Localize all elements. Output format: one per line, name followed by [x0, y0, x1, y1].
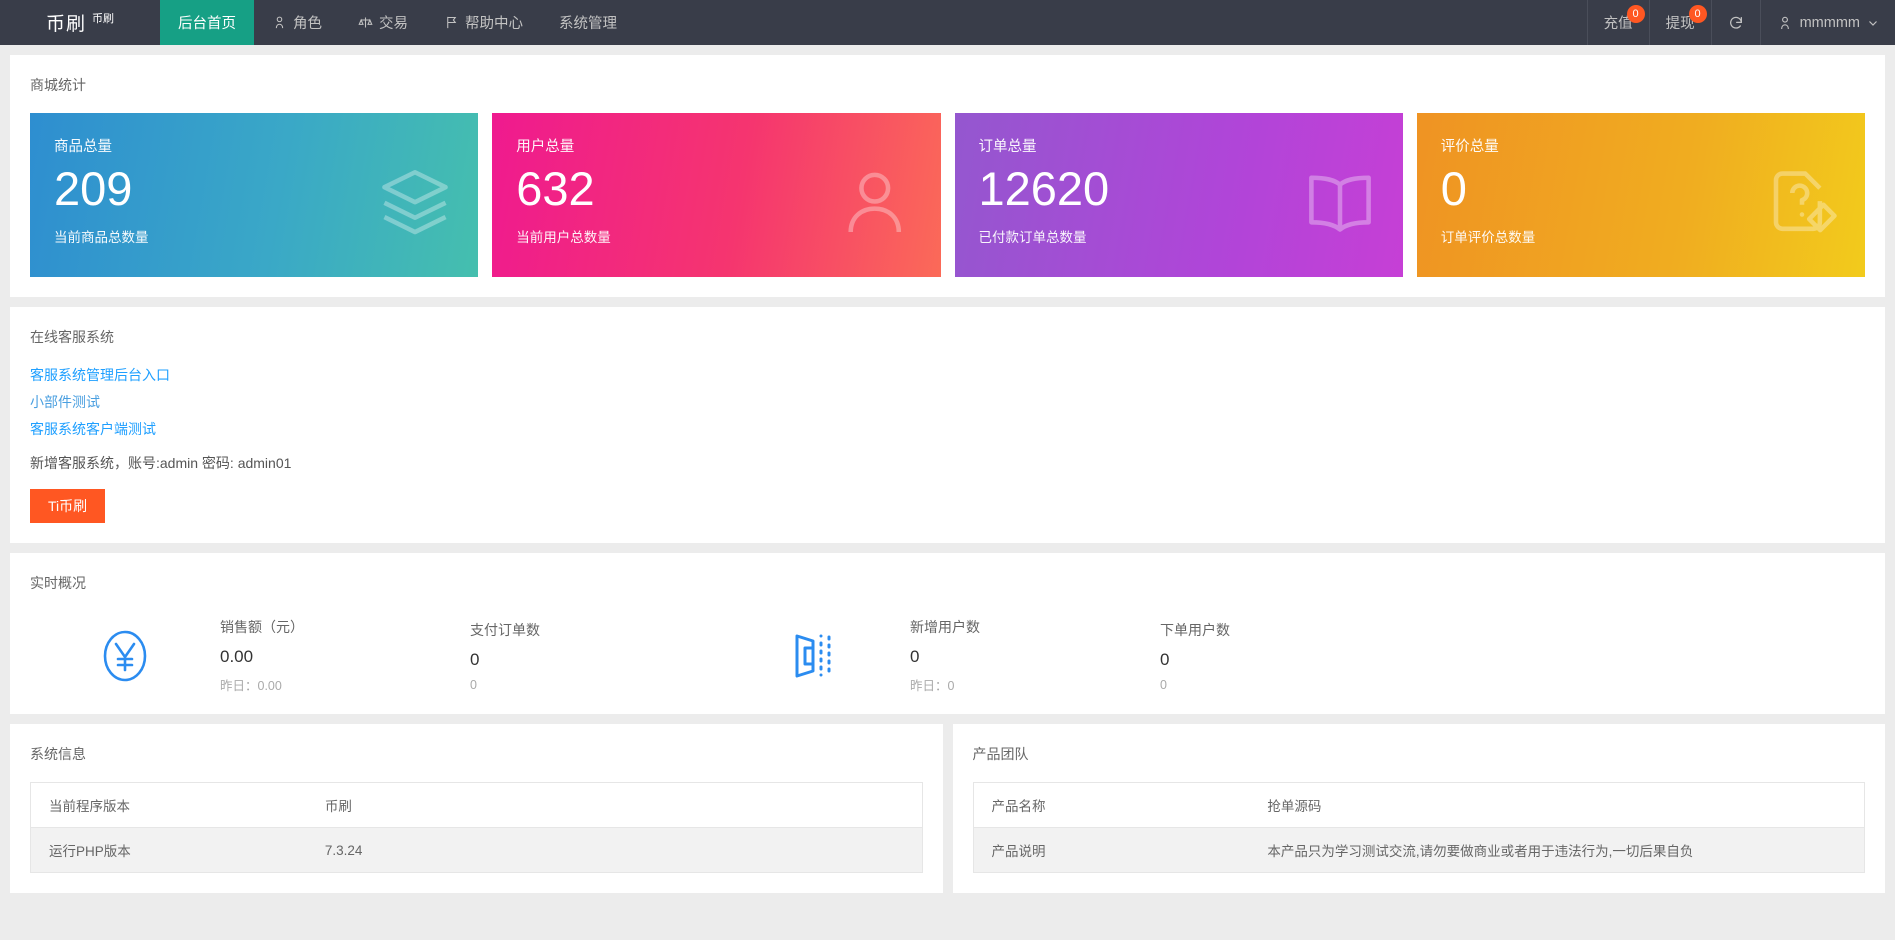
stat-card-label: 商品总量	[54, 135, 454, 156]
recharge-badge: 0	[1627, 5, 1645, 23]
row-value: 币刷	[307, 783, 922, 828]
row-key: 产品名称	[973, 783, 1249, 828]
metric-prev: 昨日：0.00	[220, 675, 470, 694]
metric-name: 下单用户数	[1160, 620, 1410, 640]
metric-name: 新增用户数	[910, 617, 1160, 637]
recharge-button[interactable]: 充值 0	[1588, 0, 1650, 45]
table-row: 运行PHP版本 7.3.24	[31, 828, 923, 873]
realtime-overview-panel: 实时概况 销售额（元） 0.00 昨日：0.00 支付订单数 0 0	[10, 553, 1885, 714]
row-value: 7.3.24	[307, 828, 922, 873]
system-info-panel: 系统信息 当前程序版本 币刷 运行PHP版本 7.3.24	[10, 724, 943, 893]
nav-item-trade[interactable]: 交易	[340, 0, 426, 45]
book-icon	[1301, 164, 1379, 242]
nav-label-trade: 交易	[379, 12, 408, 33]
service-link-client-test[interactable]: 客服系统客户端测试	[30, 419, 1865, 439]
metric-prev: 昨日：0	[910, 675, 1160, 694]
metric-new-users: 新增用户数 0 昨日：0	[910, 617, 1160, 694]
stat-card-reviews[interactable]: 评价总量 0 订单评价总数量	[1417, 113, 1865, 277]
nav-label-system-management: 系统管理	[559, 12, 617, 33]
service-link-admin-entry[interactable]: 客服系统管理后台入口	[30, 365, 1865, 385]
nav-item-help-center[interactable]: 帮助中心	[426, 0, 541, 45]
page-content: 商城统计 商品总量 209 当前商品总数量 用户总量 632 当前用户总数量	[0, 45, 1895, 903]
system-info-title: 系统信息	[30, 744, 923, 764]
metric-prev: 0	[470, 678, 720, 692]
product-team-panel: 产品团队 产品名称 抢单源码 产品说明 本产品只为学习测试交流,请勿要做商业或者…	[953, 724, 1886, 893]
main-navigation: 后台首页 角色 交易 帮助中心	[160, 0, 635, 45]
system-info-table: 当前程序版本 币刷 运行PHP版本 7.3.24	[30, 782, 923, 873]
service-link-widget-test[interactable]: 小部件测试	[30, 392, 1865, 412]
product-team-title: 产品团队	[973, 744, 1866, 764]
nav-label-role: 角色	[293, 12, 322, 33]
bottom-tables-row: 系统信息 当前程序版本 币刷 运行PHP版本 7.3.24 产品团队 产品名称 …	[10, 724, 1885, 893]
ti-bishua-button[interactable]: Ti币刷	[30, 489, 105, 523]
nav-label-help-center: 帮助中心	[465, 12, 523, 33]
metric-value: 0.00	[220, 647, 470, 667]
refresh-icon	[1728, 15, 1744, 31]
scale-icon	[358, 15, 373, 30]
stat-card-label: 评价总量	[1441, 135, 1841, 156]
metric-ordering-users: 下单用户数 0 0	[1160, 620, 1410, 692]
table-row: 产品名称 抢单源码	[973, 783, 1865, 828]
nav-label-dashboard: 后台首页	[178, 12, 236, 33]
mall-statistics-panel: 商城统计 商品总量 209 当前商品总数量 用户总量 632 当前用户总数量	[10, 55, 1885, 297]
stat-card-label: 订单总量	[979, 135, 1379, 156]
realtime-metrics-row: 销售额（元） 0.00 昨日：0.00 支付订单数 0 0 新增用户数 0 昨日	[30, 611, 1865, 694]
row-value: 抢单源码	[1249, 783, 1864, 828]
product-team-table: 产品名称 抢单源码 产品说明 本产品只为学习测试交流,请勿要做商业或者用于违法行…	[973, 782, 1866, 873]
withdraw-badge: 0	[1689, 5, 1707, 23]
stat-card-products[interactable]: 商品总量 209 当前商品总数量	[30, 113, 478, 277]
stat-card-orders[interactable]: 订单总量 12620 已付款订单总数量	[955, 113, 1403, 277]
table-row: 当前程序版本 币刷	[31, 783, 923, 828]
yuan-circle-icon	[30, 624, 220, 688]
stat-card-users[interactable]: 用户总量 632 当前用户总数量	[492, 113, 940, 277]
stat-card-label: 用户总量	[516, 135, 916, 156]
realtime-overview-title: 实时概况	[30, 573, 1865, 593]
mall-statistics-title: 商城统计	[30, 75, 1865, 95]
user-icon	[272, 15, 287, 30]
row-key: 当前程序版本	[31, 783, 307, 828]
row-key: 运行PHP版本	[31, 828, 307, 873]
metric-name: 支付订单数	[470, 620, 720, 640]
online-service-title: 在线客服系统	[30, 327, 1865, 347]
metric-value: 0	[1160, 650, 1410, 670]
person-icon	[1777, 15, 1793, 31]
question-note-icon	[1763, 164, 1841, 242]
metric-prev: 0	[1160, 678, 1410, 692]
top-header-bar: 币刷 币刷 后台首页 角色 交易	[0, 0, 1895, 45]
users-icon	[839, 164, 917, 242]
row-value: 本产品只为学习测试交流,请勿要做商业或者用于违法行为,一切后果自负	[1249, 828, 1864, 873]
app-logo[interactable]: 币刷 币刷	[0, 0, 160, 45]
service-account-note: 新增客服系统，账号:admin 密码: admin01	[30, 453, 1865, 473]
door-icon	[720, 624, 910, 688]
layers-icon	[376, 164, 454, 242]
header-right-actions: 充值 0 提现 0 mmmmm	[1587, 0, 1895, 45]
user-menu-button[interactable]: mmmmm	[1761, 0, 1895, 45]
metric-name: 销售额（元）	[220, 617, 470, 637]
chevron-down-icon	[1867, 17, 1879, 29]
user-name-label: mmmmm	[1800, 15, 1860, 31]
table-row: 产品说明 本产品只为学习测试交流,请勿要做商业或者用于违法行为,一切后果自负	[973, 828, 1865, 873]
logo-sup-text: 币刷	[92, 10, 114, 26]
stat-card-list: 商品总量 209 当前商品总数量 用户总量 632 当前用户总数量	[30, 113, 1865, 277]
nav-item-system-management[interactable]: 系统管理	[541, 0, 635, 45]
online-service-panel: 在线客服系统 客服系统管理后台入口 小部件测试 客服系统客户端测试 新增客服系统…	[10, 307, 1885, 543]
metric-paid-orders: 支付订单数 0 0	[470, 620, 720, 692]
metric-sales-amount: 销售额（元） 0.00 昨日：0.00	[220, 617, 470, 694]
nav-item-role[interactable]: 角色	[254, 0, 340, 45]
flag-icon	[444, 15, 459, 30]
row-key: 产品说明	[973, 828, 1249, 873]
withdraw-button[interactable]: 提现 0	[1650, 0, 1712, 45]
logo-main-text: 币刷	[46, 9, 86, 36]
metric-value: 0	[470, 650, 720, 670]
refresh-button[interactable]	[1712, 0, 1761, 45]
nav-item-dashboard[interactable]: 后台首页	[160, 0, 254, 45]
metric-value: 0	[910, 647, 1160, 667]
